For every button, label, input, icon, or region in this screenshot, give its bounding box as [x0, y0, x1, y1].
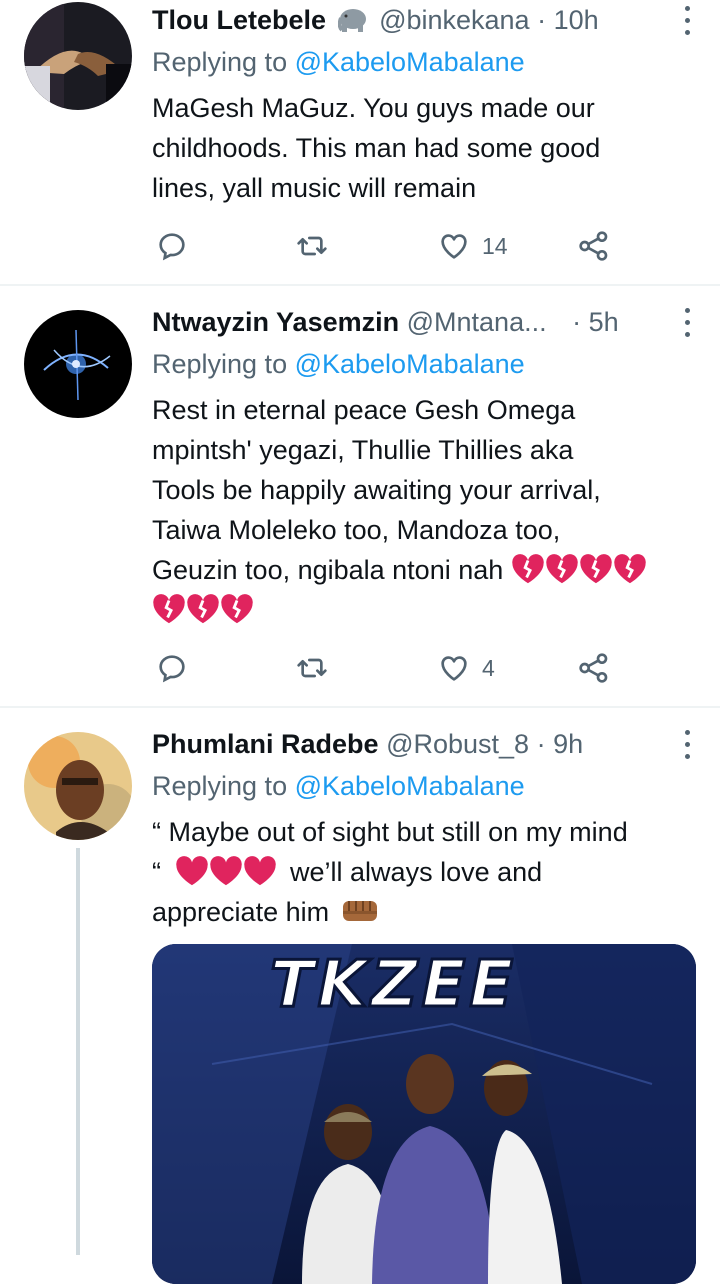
album-logo-text: TKZEE — [268, 947, 518, 1024]
elephant-emoji-icon — [337, 5, 368, 45]
heart-outline-icon — [441, 656, 467, 681]
red-heart-icon — [209, 856, 242, 886]
tweet-text: Rest in eternal peace Gesh Omega mpintsh… — [152, 390, 702, 630]
more-options-icon[interactable] — [680, 728, 694, 762]
tweet-text: “ Maybe out of sight but still on my min… — [152, 812, 712, 936]
share-icon — [579, 653, 608, 683]
more-options-icon[interactable] — [680, 4, 694, 38]
display-name[interactable]: Phumlani Radebe — [152, 729, 379, 759]
tweet-header: Phumlani Radebe @Robust_8 · 9h — [152, 724, 700, 764]
broken-heart-icon — [221, 594, 253, 624]
reply-button[interactable] — [156, 648, 188, 688]
timestamp[interactable]: 10h — [554, 5, 599, 35]
display-name[interactable]: Tlou Letebele — [152, 5, 326, 35]
share-button[interactable] — [578, 648, 610, 688]
like-button[interactable]: 4 — [438, 648, 495, 688]
reply-button[interactable] — [156, 226, 188, 266]
separator: · — [536, 729, 546, 759]
handle[interactable]: @Mntana... — [407, 307, 547, 337]
retweet-button[interactable] — [296, 226, 328, 266]
share-icon — [579, 231, 608, 261]
timestamp[interactable]: 5h — [589, 307, 619, 337]
action-bar: 14 — [152, 226, 632, 266]
replying-to-handle[interactable]: @KabeloMabalane — [295, 349, 525, 379]
broken-heart-icon — [187, 594, 219, 624]
tweet-text: MaGesh MaGuz. You guys made our childhoo… — [152, 93, 601, 203]
reply-icon — [159, 655, 185, 683]
tweet-1[interactable]: Tlou Letebele @binkekana · 10h Replying … — [0, 0, 720, 284]
fist-emoji-icon — [341, 895, 381, 936]
separator: · — [537, 5, 547, 35]
red-heart-icon — [175, 856, 208, 886]
share-button[interactable] — [578, 226, 610, 266]
more-options-icon[interactable] — [680, 306, 694, 340]
handle[interactable]: @binkekana — [379, 5, 530, 35]
broken-heart-emojis — [511, 554, 647, 585]
broken-heart-icon — [546, 554, 578, 584]
tweet-header: Tlou Letebele @binkekana · 10h — [152, 0, 700, 40]
red-heart-emojis — [175, 856, 277, 887]
like-button[interactable]: 14 — [438, 226, 508, 266]
heart-outline-icon — [441, 234, 467, 259]
broken-heart-icon — [512, 554, 544, 584]
reply-icon — [159, 233, 185, 261]
tweet-2[interactable]: Ntwayzin Yasemzin @Mntana... · 5h Replyi… — [0, 286, 720, 706]
separator: · — [572, 307, 582, 337]
tweet-header: Ntwayzin Yasemzin @Mntana... · 5h — [152, 302, 700, 342]
avatar[interactable] — [24, 2, 132, 110]
handle[interactable]: @Robust_8 — [386, 729, 529, 759]
avatar[interactable] — [24, 310, 132, 418]
like-count: 14 — [482, 232, 508, 259]
avatar[interactable] — [24, 732, 132, 840]
thread-connector — [76, 848, 80, 1255]
retweet-button[interactable] — [296, 648, 328, 688]
action-bar: 4 — [152, 648, 632, 688]
replying-to: Replying to @KabeloMabalane — [152, 771, 525, 801]
broken-heart-icon — [614, 554, 646, 584]
like-count: 4 — [482, 654, 495, 681]
replying-to-handle[interactable]: @KabeloMabalane — [295, 47, 525, 77]
replying-to: Replying to @KabeloMabalane — [152, 47, 525, 77]
broken-heart-icon — [580, 554, 612, 584]
broken-heart-icon — [153, 594, 185, 624]
broken-heart-emojis — [152, 590, 702, 630]
replying-to-handle[interactable]: @KabeloMabalane — [295, 771, 525, 801]
tweet-media-image[interactable]: TKZEE — [152, 944, 696, 1284]
retweet-icon — [297, 658, 327, 678]
red-heart-icon — [243, 856, 276, 886]
retweet-icon — [297, 236, 327, 256]
timestamp[interactable]: 9h — [553, 729, 583, 759]
display-name[interactable]: Ntwayzin Yasemzin — [152, 307, 399, 337]
replying-to: Replying to @KabeloMabalane — [152, 349, 525, 379]
